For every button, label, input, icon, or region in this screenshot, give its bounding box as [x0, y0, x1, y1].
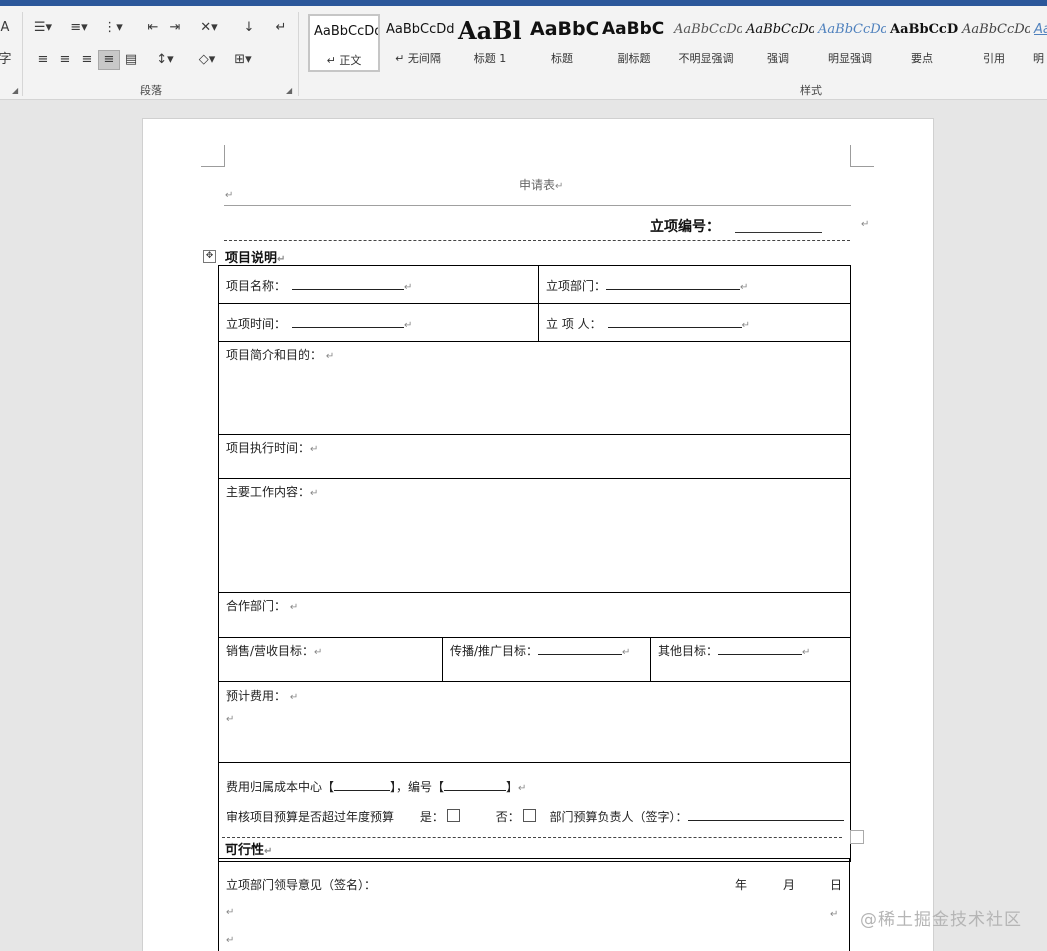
- style-title[interactable]: AaBbC 标题: [526, 14, 598, 72]
- justify-icon[interactable]: ≡: [98, 50, 120, 70]
- style-sample: AaBbCcDd: [314, 24, 380, 39]
- ribbon-separator: [22, 12, 23, 96]
- style-intense-emphasis[interactable]: AaBbCcDd 明显强调: [814, 14, 886, 72]
- distributed-icon[interactable]: ▤: [120, 50, 142, 70]
- style-subtle-emphasis[interactable]: AaBbCcDd 不明显强调: [670, 14, 742, 72]
- shading-icon[interactable]: ◇▾: [196, 50, 218, 70]
- watermark: @稀土掘金技术社区: [860, 910, 1022, 930]
- enclose-char-icon[interactable]: 字: [0, 50, 16, 70]
- header-rule: [224, 205, 851, 206]
- main-work-cell[interactable]: 主要工作内容：↵: [218, 478, 851, 593]
- chinese-layout-icon[interactable]: ✕▾: [198, 18, 220, 38]
- promo-target-cell[interactable]: 传播/推广目标： ↵: [442, 637, 651, 682]
- table-move-handle-icon[interactable]: ✥: [203, 250, 216, 263]
- yes-checkbox[interactable]: [446, 809, 460, 822]
- sales-target-cell[interactable]: 销售/营收目标：↵: [218, 637, 443, 682]
- feasibility-table: 立项部门领导意见（签名）： 年 月 日↵ ↵ ↵: [218, 858, 850, 951]
- style-sample: AaBbC: [530, 18, 598, 40]
- align-right-icon[interactable]: ≡: [76, 50, 98, 70]
- project-name-cell[interactable]: 项目名称： ↵: [218, 265, 539, 304]
- crop-mark: [850, 145, 874, 167]
- borders-icon[interactable]: ⊞▾: [232, 50, 254, 70]
- project-number-label: 立项编号：: [650, 219, 720, 235]
- char-border-icon[interactable]: A: [0, 18, 16, 38]
- bullets-icon[interactable]: ☰▾: [32, 18, 54, 38]
- year-label: 年: [735, 878, 748, 892]
- paragraph-mark: ↵: [861, 219, 870, 230]
- cost-center-cell[interactable]: 费用归属成本中心【 】，编号【 】↵ 审核项目预算是否超过年度预算 是： 否： 部门…: [218, 762, 851, 862]
- style-emphasis[interactable]: AaBbCcDd 强调: [742, 14, 814, 72]
- document-page[interactable]: 申请表↵ ↵ 立项编号： ↵ ✥ 项目说明↵ 项目名称： ↵ 立项部门： ↵ 立项时…: [142, 118, 934, 951]
- style-name: 标题: [551, 52, 573, 65]
- ribbon: A ☰▾ ≡▾ ⋮▾ ⇤ ⇥ ✕▾ ↓ ↵ 字 ≡ ≡ ≡ ≡ ▤ ↕▾ ◇▾ …: [0, 6, 1047, 100]
- other-target-cell[interactable]: 其他目标： ↵: [650, 637, 851, 682]
- project-number-field[interactable]: [735, 232, 822, 233]
- style-name: 明显强调: [828, 52, 872, 65]
- project-table: 项目名称： ↵ 立项部门： ↵ 立项时间： ↵ 立 项 人： ↵ 项目简介和目的： ↵ …: [218, 265, 851, 862]
- intro-cell[interactable]: 项目简介和目的： ↵: [218, 341, 851, 435]
- align-left-icon[interactable]: ≡: [32, 50, 54, 70]
- paragraph-mark: ↵: [225, 190, 234, 201]
- ribbon-separator: [298, 12, 299, 96]
- style-intense-quote[interactable]: Aa 明: [1030, 14, 1047, 72]
- style-heading1[interactable]: AaBl 标题 1: [454, 14, 526, 72]
- style-name: 强调: [767, 52, 789, 65]
- decrease-indent-icon[interactable]: ⇤: [142, 18, 164, 38]
- style-subtitle[interactable]: AaBbC 副标题: [598, 14, 670, 72]
- crop-mark: [201, 145, 225, 167]
- style-name: ↵ 无间隔: [395, 52, 441, 65]
- style-no-spacing[interactable]: AaBbCcDd ↵ 无间隔: [382, 14, 454, 72]
- style-sample: AaBl: [458, 16, 522, 45]
- style-name: 引用: [983, 52, 1005, 65]
- style-name: 不明显强调: [678, 52, 734, 65]
- dept-cell[interactable]: 立项部门： ↵: [538, 265, 851, 304]
- style-name: 副标题: [617, 52, 651, 65]
- style-name: 明: [1033, 52, 1044, 65]
- style-quote[interactable]: AaBbCcDd 引用: [958, 14, 1030, 72]
- month-label: 月: [783, 878, 796, 892]
- style-sample: Aa: [1034, 22, 1047, 37]
- dashed-separator: [224, 240, 850, 241]
- style-sample: AaBbCcDd: [386, 22, 454, 37]
- style-normal[interactable]: AaBbCcDd ↵ 正文: [308, 14, 380, 72]
- multilevel-list-icon[interactable]: ⋮▾: [102, 18, 124, 38]
- dashed-separator: [222, 837, 842, 838]
- style-sample: AaBbCcDd: [818, 22, 886, 37]
- style-name: 要点: [911, 52, 933, 65]
- increase-indent-icon[interactable]: ⇥: [164, 18, 186, 38]
- leader-opinion-cell[interactable]: 立项部门领导意见（签名）： 年 月 日↵ ↵ ↵: [218, 858, 850, 951]
- paragraph-launcher-icon[interactable]: ◢: [286, 86, 292, 95]
- styles-group-label: 样式: [800, 84, 822, 97]
- style-strong[interactable]: AaBbCcD 要点: [886, 14, 958, 72]
- styles-gallery: AaBbCcDd ↵ 正文 AaBbCcDd ↵ 无间隔 AaBl 标题 1 A…: [306, 14, 1047, 76]
- person-cell[interactable]: 立 项 人： ↵: [538, 303, 851, 342]
- section-title-feasibility: 可行性↵: [225, 843, 273, 858]
- no-checkbox[interactable]: [522, 809, 536, 822]
- section-title-project: 项目说明↵: [225, 251, 286, 266]
- time-cell[interactable]: 立项时间： ↵: [218, 303, 539, 342]
- sort-icon[interactable]: ↓: [238, 18, 260, 38]
- style-sample: AaBbCcD: [890, 22, 958, 37]
- style-name: 标题 1: [473, 52, 507, 65]
- align-center-icon[interactable]: ≡: [54, 50, 76, 70]
- font-launcher-icon[interactable]: ◢: [12, 86, 18, 95]
- style-sample: AaBbCcDd: [746, 22, 814, 37]
- line-spacing-icon[interactable]: ↕▾: [154, 50, 176, 70]
- coop-dept-cell[interactable]: 合作部门： ↵: [218, 592, 851, 638]
- paragraph-group-label: 段落: [140, 84, 162, 97]
- style-name: ↵ 正文: [326, 54, 362, 67]
- header-title[interactable]: 申请表↵: [519, 176, 563, 193]
- budget-cell[interactable]: 预计费用： ↵ ↵: [218, 681, 851, 763]
- show-marks-icon[interactable]: ↵: [270, 18, 292, 38]
- numbering-icon[interactable]: ≡▾: [68, 18, 90, 38]
- style-sample: AaBbCcDd: [674, 22, 742, 37]
- exec-time-cell[interactable]: 项目执行时间：↵: [218, 434, 851, 479]
- section-box-icon: [850, 830, 864, 844]
- day-label: 日↵: [830, 878, 843, 920]
- style-sample: AaBbCcDd: [962, 22, 1030, 37]
- style-sample: AaBbC: [602, 19, 665, 39]
